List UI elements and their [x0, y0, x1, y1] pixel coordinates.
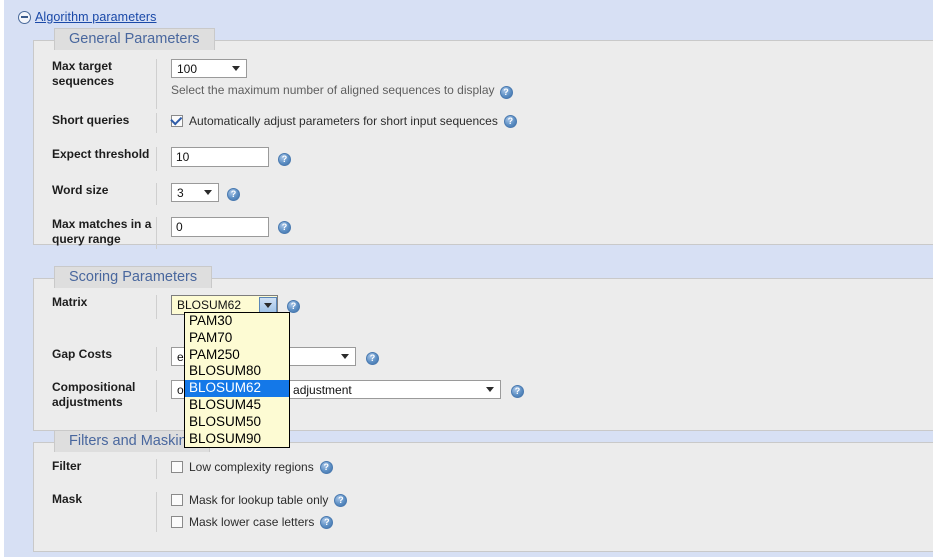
chevron-down-icon	[200, 190, 216, 195]
row-expect-threshold: Expect threshold 10 ?	[34, 147, 933, 171]
row-divider	[156, 147, 157, 171]
row-compositional-adjustments: Compositional adjustments ositional scor…	[34, 380, 933, 412]
label-max-matches-query-range: Max matches in a query range	[52, 217, 152, 246]
mask-lower-case-label: Mask lower case letters	[189, 515, 315, 529]
scoring-parameters-fieldset: Scoring Parameters Matrix BLOSUM62 ? Gap…	[33, 266, 933, 431]
chevron-down-icon	[482, 387, 498, 392]
label-short-queries: Short queries	[52, 113, 130, 127]
mask-lower-case-checkbox[interactable]	[171, 516, 183, 528]
matrix-option[interactable]: BLOSUM50	[185, 414, 289, 431]
help-icon[interactable]: ?	[278, 221, 291, 234]
matrix-value: BLOSUM62	[177, 298, 242, 312]
row-gap-costs: Gap Costs ension: 1 ?	[34, 347, 933, 371]
short-queries-label: Automatically adjust parameters for shor…	[189, 114, 498, 128]
mask-lookup-table-label: Mask for lookup table only	[189, 493, 329, 507]
algorithm-parameters-header[interactable]: Algorithm parameters	[18, 8, 157, 26]
label-filter: Filter	[52, 459, 82, 473]
max-target-sequences-hint: Select the maximum number of aligned seq…	[171, 83, 495, 97]
matrix-option[interactable]: BLOSUM80	[185, 363, 289, 380]
max-matches-input[interactable]: 0	[171, 217, 269, 237]
blast-algorithm-parameters-panel: Algorithm parameters General Parameters …	[0, 0, 933, 557]
row-divider	[156, 59, 157, 109]
row-divider	[156, 380, 157, 412]
algorithm-parameters-link[interactable]: Algorithm parameters	[35, 10, 157, 24]
row-filter: Filter Low complexity regions ?	[34, 459, 933, 479]
help-icon[interactable]: ?	[320, 516, 334, 529]
word-size-select[interactable]: 3	[171, 183, 219, 202]
filters-and-masking-fieldset: Filters and Masking Filter Low complexit…	[33, 430, 933, 552]
matrix-option[interactable]: PAM30	[185, 313, 289, 330]
expect-threshold-value: 10	[176, 150, 190, 164]
mask-lookup-table-checkbox[interactable]	[171, 494, 183, 506]
matrix-dropdown-list[interactable]: PAM30 PAM70 PAM250 BLOSUM80 BLOSUM62 BLOSUM45…	[184, 312, 290, 449]
row-max-target-sequences: Max target sequences 100 Select the maxi…	[34, 59, 933, 109]
label-gap-costs: Gap Costs	[52, 347, 113, 361]
row-divider	[156, 492, 157, 532]
max-target-sequences-value: 100	[177, 61, 198, 76]
row-divider	[156, 295, 157, 319]
label-mask: Mask	[52, 492, 83, 506]
row-max-matches-query-range: Max matches in a query range 0 ?	[34, 217, 933, 249]
row-divider	[156, 183, 157, 205]
help-icon[interactable]: ?	[499, 86, 513, 99]
scoring-parameters-legend: Scoring Parameters	[54, 266, 213, 288]
help-icon[interactable]: ?	[278, 152, 291, 166]
row-word-size: Word size 3 ?	[34, 183, 933, 205]
chevron-down-icon[interactable]	[259, 296, 277, 314]
matrix-option[interactable]: PAM250	[185, 347, 289, 364]
general-parameters-legend: General Parameters	[54, 28, 215, 50]
help-icon[interactable]: ?	[227, 187, 240, 201]
row-divider	[156, 459, 157, 479]
label-matrix: Matrix	[52, 295, 88, 309]
low-complexity-regions-checkbox[interactable]	[171, 461, 183, 473]
row-mask: Mask Mask for lookup table only ? Mask l…	[34, 492, 933, 532]
short-queries-checkbox[interactable]	[171, 115, 183, 127]
help-icon[interactable]: ?	[319, 461, 333, 474]
help-icon[interactable]: ?	[334, 494, 348, 507]
matrix-option[interactable]: BLOSUM90	[185, 431, 289, 448]
chevron-down-icon	[228, 66, 244, 71]
expect-threshold-input[interactable]: 10	[171, 147, 269, 167]
matrix-option[interactable]: PAM70	[185, 330, 289, 347]
chevron-down-icon	[337, 354, 353, 359]
max-target-sequences-select[interactable]: 100	[171, 59, 247, 78]
row-short-queries: Short queries Automatically adjust param…	[34, 113, 933, 133]
help-icon[interactable]: ?	[511, 384, 524, 398]
label-compositional-adjustments: Compositional adjustments	[52, 380, 136, 409]
matrix-option[interactable]: BLOSUM62	[185, 380, 289, 397]
label-max-target-sequences: Max target sequences	[52, 59, 115, 88]
matrix-option[interactable]: BLOSUM45	[185, 397, 289, 414]
help-icon[interactable]: ?	[503, 115, 517, 128]
row-divider	[156, 347, 157, 371]
minus-circle-icon[interactable]	[18, 10, 31, 24]
help-icon[interactable]: ?	[366, 351, 379, 365]
word-size-value: 3	[177, 185, 184, 200]
low-complexity-regions-label: Low complexity regions	[189, 460, 314, 474]
general-parameters-fieldset: General Parameters Max target sequences …	[33, 28, 933, 249]
row-divider	[156, 217, 157, 249]
label-expect-threshold: Expect threshold	[52, 147, 150, 161]
row-matrix: Matrix BLOSUM62 ?	[34, 295, 933, 319]
max-matches-value: 0	[176, 220, 183, 234]
label-word-size: Word size	[52, 183, 109, 197]
row-divider	[156, 113, 157, 133]
